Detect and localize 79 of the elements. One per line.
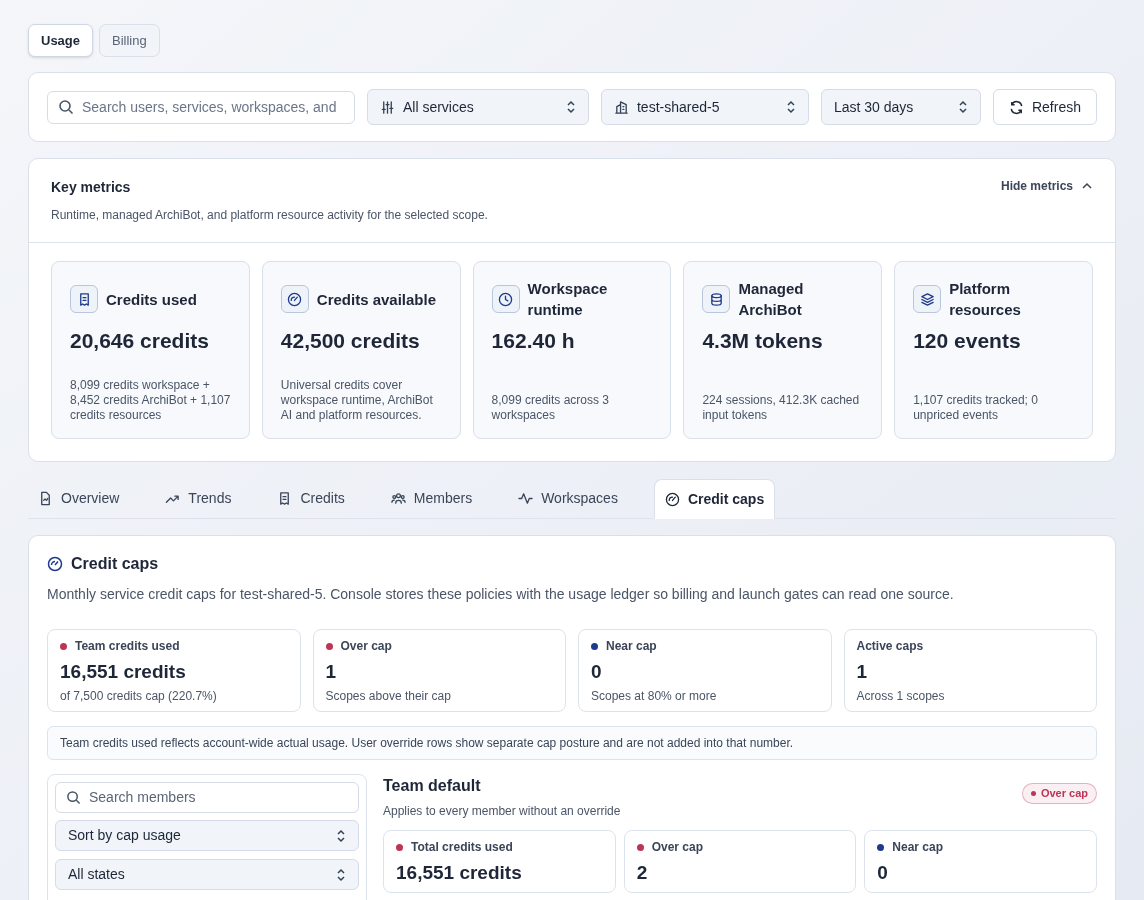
- stat-note: of 7,500 credits cap (220.7%): [60, 688, 218, 705]
- dropdown[interactable]: test-shared-5: [600, 89, 809, 125]
- section-tab[interactable]: Overview: [28, 478, 130, 518]
- section-tab[interactable]: Workspaces: [508, 478, 628, 518]
- stat-value: 16,551 credits: [396, 861, 523, 885]
- search-icon: [58, 99, 74, 115]
- metric-title: Platform resources: [949, 279, 1022, 320]
- metric-note: Universal credits cover workspace runtime, ArchiBot AI and platform resources.: [280, 378, 434, 423]
- dropdown[interactable]: All states: [55, 859, 359, 890]
- stat-note: Scopes above their cap: [325, 688, 452, 705]
- search-field[interactable]: Search users, services, workspaces, and: [82, 96, 344, 118]
- document-icon: [38, 490, 53, 506]
- member-search-field[interactable]: Search members: [89, 787, 348, 808]
- metric-note: 224 sessions, 412.3K cached input tokens: [702, 393, 861, 423]
- gauge-icon: [287, 291, 303, 307]
- stat-label: Over cap: [651, 839, 704, 856]
- stat-value: 2: [636, 861, 649, 885]
- panel-description: Monthly service credit caps for test-shared-5. Console stores these policies with the usage ledger so billing and launch gates can read one source.: [47, 585, 955, 604]
- stat-label: Over cap: [340, 638, 392, 655]
- metric-note: 1,107 credits tracked; 0 unpriced events: [913, 393, 1039, 423]
- stat-value: 0: [877, 861, 889, 885]
- database-icon: [708, 291, 724, 307]
- metric-title: Credits available: [316, 289, 437, 310]
- search-icon: [66, 790, 81, 805]
- clock-icon: [498, 291, 514, 307]
- stat-label: Total credits used: [411, 839, 513, 856]
- metric-value: 120 events: [913, 328, 1022, 354]
- team-default-title: Team default: [383, 776, 482, 796]
- metric-note: 8,099 credits workspace + 8,452 credits ArchiBot + 1,107 credits resources: [70, 378, 231, 423]
- panel-title: Credit caps: [71, 554, 159, 574]
- gauge-icon: [47, 556, 63, 572]
- refresh-button[interactable]: Refresh: [992, 89, 1097, 125]
- metric-title: Credits used: [106, 289, 197, 310]
- section-subtitle: Runtime, managed ArchiBot, and platform resource activity for the selected scope.: [51, 207, 488, 224]
- metric-title: Workspace runtime: [527, 279, 609, 320]
- stat-note: Across 1 scopes: [856, 688, 946, 705]
- pulse-icon: [518, 490, 534, 506]
- notice-banner: Team credits used reflects account-wide actual usage. User override rows show separate cap posture and are not added into that number.: [47, 726, 1097, 760]
- stat-value: 16,551 credits: [60, 660, 187, 684]
- hide-metrics-button[interactable]: Hide metrics: [1000, 177, 1093, 195]
- stat-label: Near cap: [606, 638, 657, 655]
- stat-label: Team credits used: [75, 638, 180, 655]
- metric-value: 4.3M tokens: [702, 328, 824, 354]
- dropdown[interactable]: Last 30 days: [820, 89, 981, 125]
- metric-value: 42,500 credits: [280, 328, 421, 354]
- search-box[interactable]: Search users, services, workspaces, and: [47, 90, 355, 124]
- team-default-subtitle: Applies to every member without an override: [383, 803, 621, 820]
- stat-label: Near cap: [892, 839, 944, 856]
- dropdown[interactable]: Sort by cap usage: [55, 820, 359, 851]
- metric-value: 162.40 h: [491, 328, 576, 354]
- updown-chevron-icon: [336, 828, 346, 843]
- stat-value: 1: [856, 660, 869, 684]
- status-badge: Over cap: [1021, 783, 1097, 804]
- section-tab[interactable]: Credit caps: [653, 479, 776, 519]
- stat-value: 0: [591, 660, 603, 684]
- refresh-icon: [1008, 99, 1024, 115]
- building-icon: [613, 99, 629, 115]
- member-search-box[interactable]: Search members: [55, 782, 359, 813]
- page-tab[interactable]: Billing: [99, 24, 160, 57]
- section-title: Key metrics: [51, 178, 132, 197]
- section-tab[interactable]: Members: [380, 478, 483, 518]
- page-tab[interactable]: Usage: [28, 24, 94, 57]
- updown-chevron-icon: [336, 867, 346, 882]
- stat-label: Active caps: [856, 638, 924, 655]
- users-icon: [390, 490, 406, 506]
- updown-chevron-icon: [565, 100, 576, 114]
- sliders-icon: [379, 99, 395, 115]
- updown-chevron-icon: [785, 100, 796, 114]
- updown-chevron-icon: [957, 100, 968, 114]
- layers-icon: [919, 291, 935, 307]
- metric-value: 20,646 credits: [70, 328, 210, 354]
- stat-note: Scopes at 80% or more: [591, 688, 718, 705]
- stat-value: 1: [325, 660, 338, 684]
- section-tab[interactable]: Trends: [155, 478, 242, 518]
- section-tab[interactable]: Credits: [267, 478, 355, 518]
- gauge-icon: [664, 491, 680, 507]
- metric-note: 8,099 credits across 3 workspaces: [491, 393, 610, 423]
- dropdown[interactable]: All services: [366, 89, 589, 125]
- metric-title: Managed ArchiBot: [738, 279, 805, 320]
